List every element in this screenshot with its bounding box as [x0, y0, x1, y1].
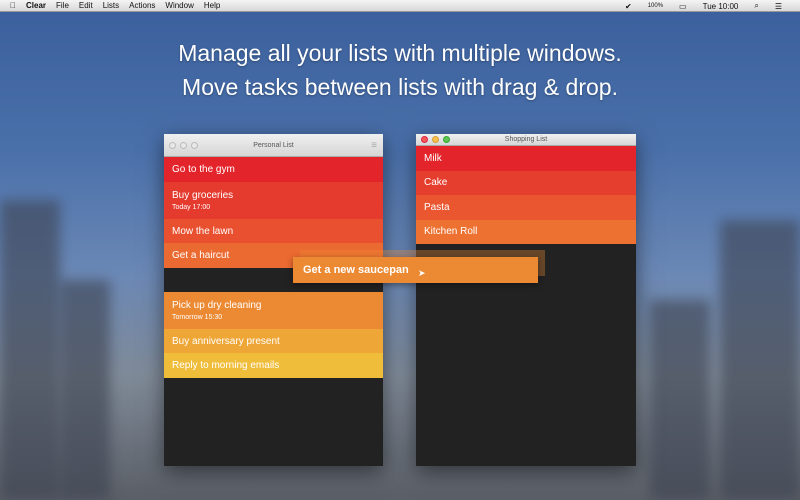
task-row[interactable]: Pick up dry cleaning Tomorrow 15:30: [164, 292, 383, 329]
menu-edit[interactable]: Edit: [79, 1, 93, 10]
headline-1: Manage all your lists with multiple wind…: [178, 40, 622, 66]
task-row[interactable]: Buy groceries Today 17:00: [164, 182, 383, 219]
menu-bar:  Clear File Edit Lists Actions Window H…: [0, 0, 800, 12]
clock[interactable]: Tue 10:00: [703, 2, 739, 11]
menu-lists[interactable]: Lists: [103, 1, 119, 10]
menu-app[interactable]: Clear: [26, 1, 46, 10]
menu-file[interactable]: File: [56, 1, 69, 10]
minimize-button[interactable]: [180, 141, 187, 149]
close-button[interactable]: [421, 136, 428, 143]
task-label: Milk: [424, 152, 442, 164]
window-title: Shopping List: [504, 136, 548, 143]
zoom-button[interactable]: [191, 141, 198, 149]
task-label: Kitchen Roll: [424, 226, 478, 238]
task-row[interactable]: Kitchen Roll: [416, 219, 636, 244]
minimize-button[interactable]: [432, 136, 439, 143]
task-label: Mow the lawn: [172, 225, 234, 237]
task-label: Buy groceries: [172, 190, 234, 201]
personal-list-window: Personal List ≡ Go to the gym Buy groceri…: [164, 134, 383, 466]
close-button[interactable]: [169, 141, 176, 149]
task-label: Reply to morning emails: [172, 360, 280, 371]
battery-status[interactable]: 100%: [648, 3, 663, 9]
title-bar[interactable]: Personal List ≡: [164, 134, 383, 157]
shopping-list-window: Shopping List Milk Cake Pasta Kitchen Roll: [416, 134, 636, 466]
battery-icon: ▭: [679, 1, 687, 11]
notification-center-icon[interactable]: ☰: [775, 2, 782, 11]
menu-icon[interactable]: ≡: [371, 134, 377, 157]
task-label: Cake: [424, 177, 448, 189]
cursor-icon: ➤: [418, 268, 426, 278]
task-row[interactable]: Mow the lawn: [164, 219, 383, 243]
task-label: Go to the gym: [172, 164, 235, 175]
menu-actions[interactable]: Actions: [129, 1, 155, 10]
task-label: Pasta: [424, 201, 450, 213]
task-label: Pick up dry cleaning: [172, 300, 262, 311]
headline-2: Move tasks between lists with drag & dro…: [182, 74, 618, 100]
menu-help[interactable]: Help: [204, 1, 220, 10]
dragged-task[interactable]: Get a new saucepan: [293, 257, 538, 283]
zoom-button[interactable]: [443, 136, 450, 143]
task-row[interactable]: Buy anniversary present: [164, 329, 383, 353]
spotlight-icon[interactable]: ⌕: [754, 1, 758, 11]
task-row[interactable]: Go to the gym: [164, 157, 383, 182]
apple-icon[interactable]: : [10, 1, 16, 10]
checkmark-icon[interactable]: ✔: [625, 2, 632, 11]
task-row[interactable]: Cake: [416, 170, 636, 195]
menu-window[interactable]: Window: [165, 1, 193, 10]
task-row[interactable]: Reply to morning emails: [164, 353, 383, 378]
task-row[interactable]: Milk: [416, 146, 636, 171]
title-bar[interactable]: Shopping List: [416, 134, 636, 146]
task-label: Buy anniversary present: [172, 335, 280, 347]
window-title: Personal List: [253, 142, 294, 149]
task-due: Tomorrow 15:30: [172, 314, 223, 321]
task-due: Today 17:00: [172, 204, 211, 211]
task-row[interactable]: Pasta: [416, 195, 636, 220]
